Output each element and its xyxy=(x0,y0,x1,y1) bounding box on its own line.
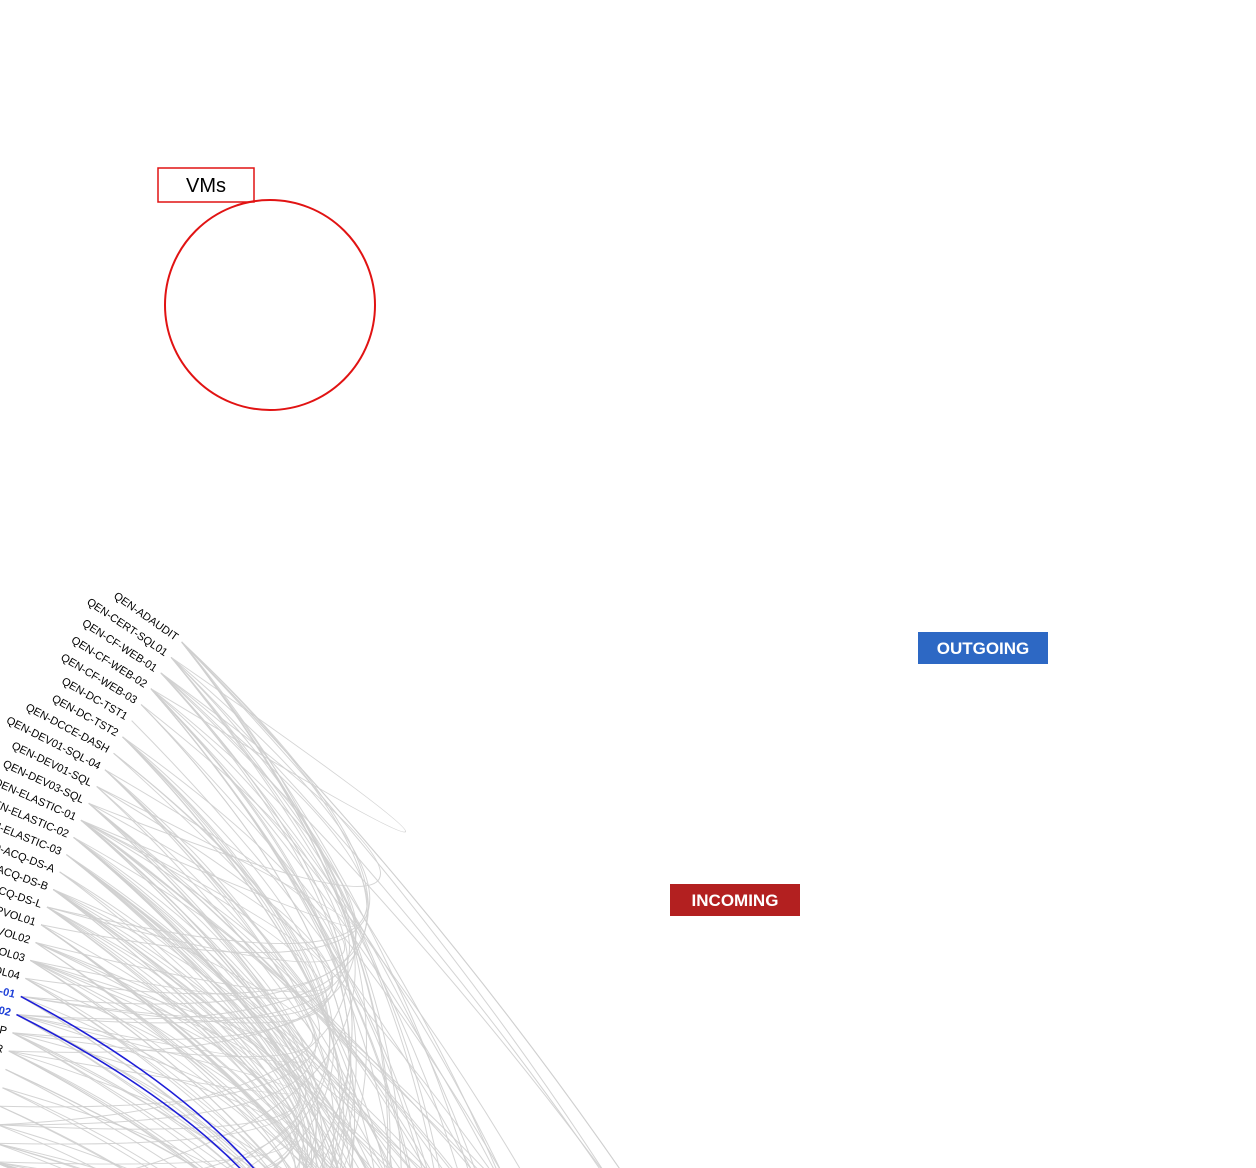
title-text: VMs xyxy=(186,175,226,197)
incoming-label: INCOMING xyxy=(692,891,779,910)
edge xyxy=(97,786,773,1168)
incoming-tag: INCOMING xyxy=(670,884,800,916)
edge xyxy=(0,1162,1068,1168)
title-box: VMs xyxy=(158,168,254,202)
outgoing-tag: OUTGOING xyxy=(918,632,1048,664)
edge xyxy=(53,889,827,1168)
selection-highlight xyxy=(165,200,375,410)
edge xyxy=(53,889,956,1168)
edge xyxy=(67,855,675,1168)
chord-diagram: QEN-ADAUDITQEN-CERT-SQL01QEN-CF-WEB-01QE… xyxy=(0,0,1256,1168)
edge xyxy=(74,837,512,1168)
label-layer: QEN-ADAUDITQEN-CERT-SQL01QEN-CF-WEB-01QE… xyxy=(0,590,1218,1168)
outgoing-label: OUTGOING xyxy=(937,639,1030,658)
edge xyxy=(114,753,919,1168)
edge-layer xyxy=(0,642,1198,1168)
